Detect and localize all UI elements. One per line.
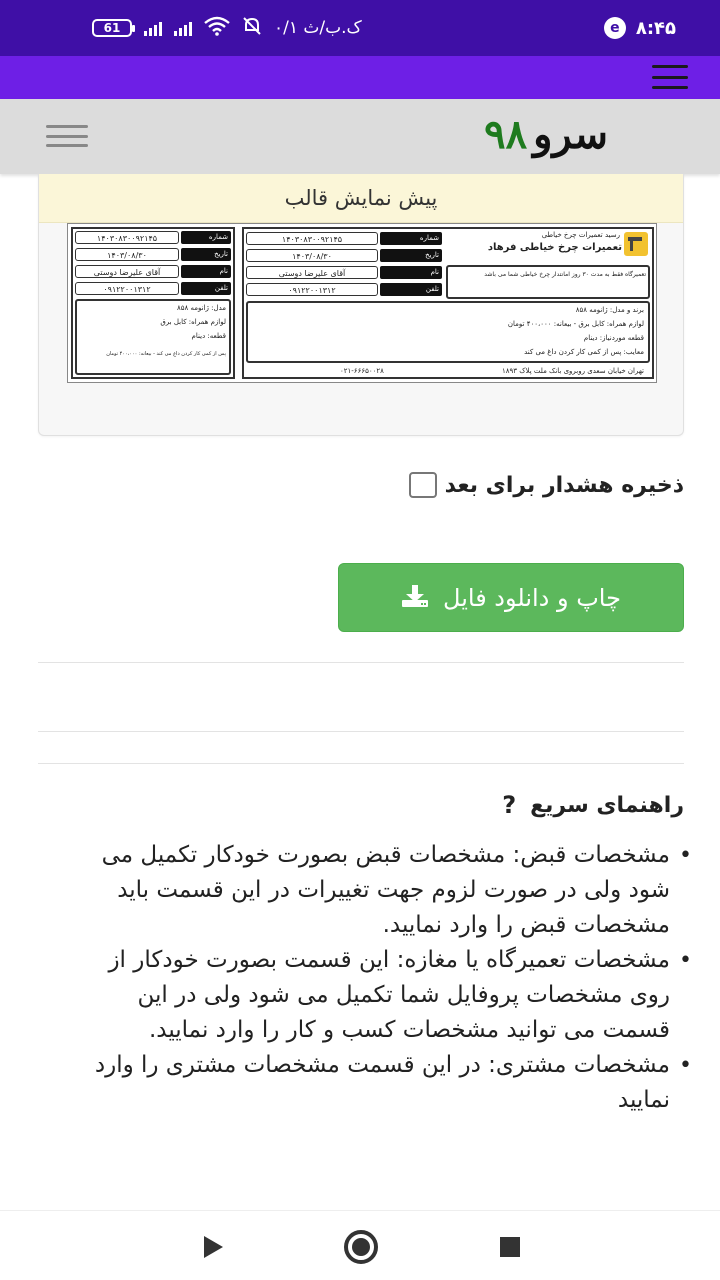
divider xyxy=(38,763,684,764)
stub-field-date: ۱۴۰۳/۰۸/۳۰ xyxy=(75,248,179,261)
stub-label-phone: تلفن xyxy=(181,282,231,295)
label-number: شماره xyxy=(380,232,442,245)
stub-detail-part: قطعه: دینام xyxy=(191,332,226,340)
label-date: تاریخ xyxy=(380,249,442,262)
stub-detail-issue: پس از کمی کار کردن داغ می کند - بیعانه: … xyxy=(106,351,226,357)
field-number: ۱۴۰۳۰۸۳۰۰۹۲۱۴۵ xyxy=(246,232,378,245)
stub-label-name: نام xyxy=(181,265,231,278)
shop-address: تهران خیابان سعدی روبروی بانک ملت پلاک ۱… xyxy=(502,367,644,375)
logo-word: سرو xyxy=(533,111,608,158)
wifi-icon xyxy=(204,16,230,41)
signal-icon-2 xyxy=(174,20,192,36)
question-icon: ? xyxy=(502,791,517,819)
stub-detail-model: مدل: ژانومه ۸۵۸ xyxy=(177,304,226,312)
receipt-caption: رسید تعمیرات چرخ خیاطی xyxy=(541,231,620,239)
save-warning-checkbox[interactable] xyxy=(408,472,437,498)
network-speed: ۰/۱ ک.ب/ث xyxy=(274,18,362,38)
help-header: ? راهنمای سریع xyxy=(502,791,684,819)
logo-number: ۹۸ xyxy=(484,111,528,158)
print-download-button[interactable]: چاپ و دانلود فایل xyxy=(338,563,684,632)
site-header: سرو۹۸ xyxy=(0,99,720,174)
preview-title: پیش نمایش قالب xyxy=(39,174,683,223)
help-item-receipt: مشخصات قبض: مشخصات قبض بصورت خودکار تکمی… xyxy=(92,838,692,943)
help-list: مشخصات قبض: مشخصات قبض بصورت خودکار تکمی… xyxy=(92,838,692,1118)
field-phone: ۰۹۱۲۲۰۰۱۳۱۲ xyxy=(246,283,378,296)
receipt-preview[interactable]: رسید تعمیرات چرخ خیاطی تعمیرات چرخ خیاطی… xyxy=(67,223,657,383)
mute-bell-icon xyxy=(242,16,262,41)
site-menu-icon[interactable] xyxy=(46,125,88,147)
app-menu-icon[interactable] xyxy=(652,65,688,89)
stub-label-date: تاریخ xyxy=(181,248,231,261)
receipt-main: رسید تعمیرات چرخ خیاطی تعمیرات چرخ خیاطی… xyxy=(242,227,654,379)
help-item-shop: مشخصات تعمیرگاه یا مغازه: این قسمت بصورت… xyxy=(92,943,692,1048)
app-bar xyxy=(0,56,720,99)
detail-accessories: لوازم همراه: کابل برق - بیعانه: ۴۰۰،۰۰۰ … xyxy=(507,320,644,328)
clock: ۸:۴۵ xyxy=(635,17,676,39)
signal-icon xyxy=(144,20,162,36)
stub-detail-accessories: لوازم همراه: کابل برق xyxy=(160,318,226,326)
template-preview-card: پیش نمایش قالب رسید تعمیرات چرخ خیاطی تع… xyxy=(38,174,684,436)
detail-model: برند و مدل: ژانومه ۸۵۸ xyxy=(575,306,644,314)
recent-apps-icon[interactable] xyxy=(500,1237,520,1257)
download-icon xyxy=(401,584,429,612)
stub-label-number: شماره xyxy=(181,231,231,244)
shop-note: تعمیرگاه فقط به مدت ۳۰ روز امانتدار چرخ … xyxy=(484,271,646,278)
help-item-customer: مشخصات مشتری: در این قسمت مشخصات مشتری ر… xyxy=(92,1048,692,1118)
stub-field-name: آقای علیرضا دوستی xyxy=(75,265,179,278)
help-title: راهنمای سریع xyxy=(530,792,684,818)
back-icon[interactable] xyxy=(204,1236,223,1258)
battery-icon: 61 xyxy=(92,19,135,37)
home-icon[interactable] xyxy=(344,1230,378,1264)
save-warning-row: ذخیره هشدار برای بعد xyxy=(408,472,684,498)
label-phone: تلفن xyxy=(380,283,442,296)
shop-note-box: تعمیرگاه فقط به مدت ۳۰ روز امانتدار چرخ … xyxy=(446,265,650,299)
app-notification-icon: e xyxy=(603,17,626,39)
shop-phone: ۰۲۱-۶۶۶۵۰۰۲۸ xyxy=(340,367,384,375)
system-nav-bar xyxy=(0,1210,720,1280)
divider xyxy=(38,662,684,663)
label-name: نام xyxy=(380,266,442,279)
stub-field-phone: ۰۹۱۲۲۰۰۱۳۱۲ xyxy=(75,282,179,295)
status-clock-area: e ۸:۴۵ xyxy=(603,17,676,39)
status-indicators: 61 ۰/۱ ک.ب/ث xyxy=(92,16,362,41)
field-date: ۱۴۰۳/۰۸/۳۰ xyxy=(246,249,378,262)
stub-field-number: ۱۴۰۳۰۸۳۰۰۹۲۱۴۵ xyxy=(75,231,179,244)
save-warning-label[interactable]: ذخیره هشدار برای بعد xyxy=(445,473,684,498)
print-download-label: چاپ و دانلود فایل xyxy=(443,583,621,612)
receipt-stub: شماره ۱۴۰۳۰۸۳۰۰۹۲۱۴۵ تاریخ ۱۴۰۳/۰۸/۳۰ نا… xyxy=(71,227,235,379)
shop-name: تعمیرات چرخ خیاطی فرهاد xyxy=(487,242,622,253)
detail-issue: معایب: پس از کمی کار کردن داغ می کند xyxy=(524,348,644,356)
field-name: آقای علیرضا دوستی xyxy=(246,266,378,279)
site-logo[interactable]: سرو۹۸ xyxy=(484,111,608,158)
detail-part: قطعه موردنیاز: دینام xyxy=(583,334,644,342)
sewing-machine-icon xyxy=(624,232,648,256)
details-box: برند و مدل: ژانومه ۸۵۸ لوازم همراه: کابل… xyxy=(246,301,650,363)
stub-details-box: مدل: ژانومه ۸۵۸ لوازم همراه: کابل برق قط… xyxy=(75,299,231,375)
status-bar: 61 ۰/۱ ک.ب/ث e ۸:۴۵ xyxy=(0,0,720,56)
divider xyxy=(38,731,684,732)
